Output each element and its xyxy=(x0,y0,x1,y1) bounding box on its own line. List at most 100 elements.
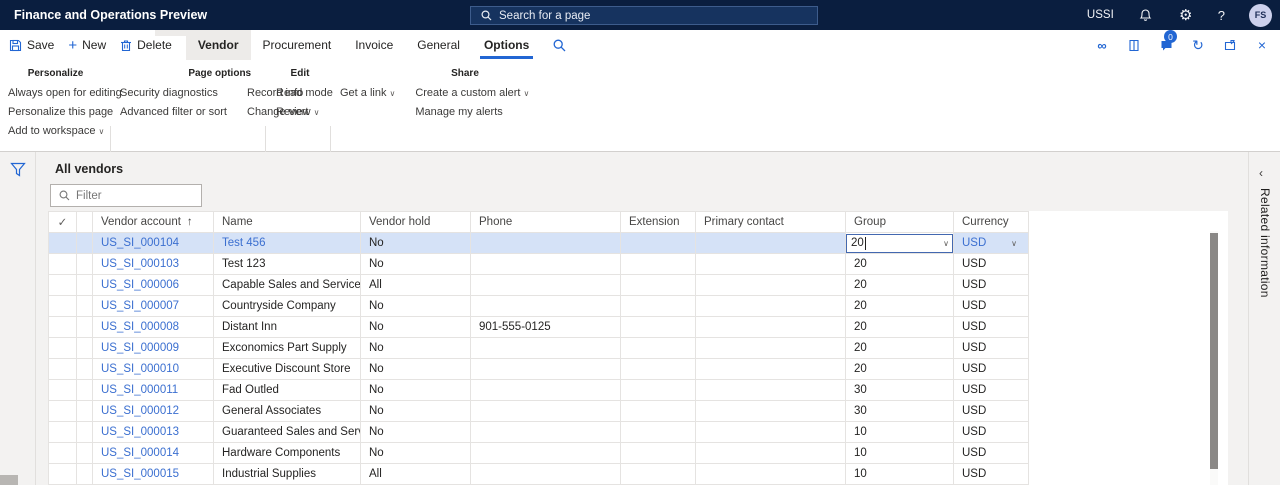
cell-group[interactable]: 20 ∨ xyxy=(845,232,954,254)
cell-vendor-account[interactable]: US_SI_000103 xyxy=(92,253,214,275)
cell-primary-contact[interactable] xyxy=(695,337,846,359)
close-icon[interactable]: × xyxy=(1254,37,1270,53)
cell-phone[interactable] xyxy=(470,232,621,254)
attach-icon[interactable]: ∞ xyxy=(1094,37,1110,53)
vendor-account-link[interactable]: US_SI_000007 xyxy=(101,300,179,312)
cell-primary-contact[interactable] xyxy=(695,253,846,275)
cell-vendor-hold[interactable]: No xyxy=(360,253,471,275)
menu-item-security-diagnostics[interactable]: Security diagnostics xyxy=(120,86,227,101)
cell-name[interactable]: Executive Discount Store xyxy=(213,358,361,380)
menu-item-advanced-filter-or-sort[interactable]: Advanced filter or sort xyxy=(120,105,227,120)
vendor-account-link[interactable]: US_SI_000103 xyxy=(101,258,179,270)
cell-phone[interactable] xyxy=(470,379,621,401)
cell-vendor-account[interactable]: US_SI_000007 xyxy=(92,295,214,317)
column-header-vendor-account[interactable]: Vendor account ↑ xyxy=(92,211,214,233)
cell-currency[interactable]: USD ∨ xyxy=(953,232,1029,254)
cell-group[interactable]: 30 xyxy=(845,400,954,422)
cell-vendor-hold[interactable]: No xyxy=(360,358,471,380)
row-select-cell[interactable] xyxy=(48,232,77,254)
cell-group[interactable]: 20 xyxy=(845,253,954,275)
menu-item-create-a-custom-alert[interactable]: Create a custom alert ∨ xyxy=(415,86,529,101)
cell-phone[interactable]: 901-555-0125 xyxy=(470,316,621,338)
cell-currency[interactable]: USD xyxy=(953,358,1029,380)
cell-primary-contact[interactable] xyxy=(695,442,846,464)
vendor-account-link[interactable]: US_SI_000012 xyxy=(101,405,179,417)
action-search-icon[interactable] xyxy=(553,39,566,52)
cell-currency[interactable]: USD xyxy=(953,337,1029,359)
cell-phone[interactable] xyxy=(470,295,621,317)
currency-lookup[interactable]: USD ∨ xyxy=(962,237,1020,249)
cell-vendor-account[interactable]: US_SI_000009 xyxy=(92,337,214,359)
cell-primary-contact[interactable] xyxy=(695,400,846,422)
row-select-cell[interactable] xyxy=(48,379,77,401)
cell-extension[interactable] xyxy=(620,463,696,485)
cell-primary-contact[interactable] xyxy=(695,316,846,338)
group-combobox[interactable]: 20 ∨ xyxy=(846,233,953,253)
cell-group[interactable]: 10 xyxy=(845,463,954,485)
cell-name[interactable]: Hardware Components xyxy=(213,442,361,464)
column-header-primary-contact[interactable]: Primary contact xyxy=(695,211,846,233)
cell-name[interactable]: Countryside Company xyxy=(213,295,361,317)
column-header-extension[interactable]: Extension xyxy=(620,211,696,233)
cell-group[interactable]: 20 xyxy=(845,316,954,338)
cell-vendor-account[interactable]: US_SI_000010 xyxy=(92,358,214,380)
row-select-cell[interactable] xyxy=(48,337,77,359)
row-select-cell[interactable] xyxy=(48,400,77,422)
row-select-cell[interactable] xyxy=(48,463,77,485)
cell-phone[interactable] xyxy=(470,253,621,275)
row-select-cell[interactable] xyxy=(48,421,77,443)
cell-primary-contact[interactable] xyxy=(695,295,846,317)
cell-vendor-account[interactable]: US_SI_000014 xyxy=(92,442,214,464)
row-select-cell[interactable] xyxy=(48,295,77,317)
expand-panel-chevron-icon[interactable]: ‹ xyxy=(1259,166,1263,180)
vendor-name-link[interactable]: Test 456 xyxy=(222,237,265,249)
cell-extension[interactable] xyxy=(620,232,696,254)
vendor-account-link[interactable]: US_SI_000006 xyxy=(101,279,179,291)
cell-currency[interactable]: USD xyxy=(953,253,1029,275)
select-all-checkmark[interactable]: ✓ xyxy=(48,211,77,233)
cell-vendor-account[interactable]: US_SI_000104 xyxy=(92,232,214,254)
messages-icon[interactable]: 0 xyxy=(1158,30,1177,53)
cell-name[interactable]: Test 123 xyxy=(213,253,361,275)
cell-name[interactable]: General Associates xyxy=(213,400,361,422)
menu-item-add-to-workspace[interactable]: Add to workspace ∨ xyxy=(8,124,122,139)
cell-phone[interactable] xyxy=(470,337,621,359)
cell-currency[interactable]: USD xyxy=(953,295,1029,317)
chevron-down-icon[interactable]: ∨ xyxy=(1011,239,1017,248)
cell-vendor-hold[interactable]: No xyxy=(360,379,471,401)
cell-vendor-hold[interactable]: No xyxy=(360,421,471,443)
cell-extension[interactable] xyxy=(620,358,696,380)
cell-name[interactable]: Exconomics Part Supply xyxy=(213,337,361,359)
tab-vendor[interactable]: Vendor xyxy=(185,30,251,60)
new-button[interactable]: + New xyxy=(68,38,106,53)
cell-group[interactable]: 10 xyxy=(845,442,954,464)
vendor-account-link[interactable]: US_SI_000010 xyxy=(101,363,179,375)
row-select-cell[interactable] xyxy=(48,442,77,464)
cell-currency[interactable]: USD xyxy=(953,274,1029,296)
cell-currency[interactable]: USD xyxy=(953,400,1029,422)
cell-group[interactable]: 20 xyxy=(845,295,954,317)
cell-vendor-hold[interactable]: No xyxy=(360,400,471,422)
cell-primary-contact[interactable] xyxy=(695,274,846,296)
column-header-vendor-hold[interactable]: Vendor hold xyxy=(360,211,471,233)
cell-extension[interactable] xyxy=(620,379,696,401)
cell-extension[interactable] xyxy=(620,295,696,317)
cell-vendor-account[interactable]: US_SI_000012 xyxy=(92,400,214,422)
cell-extension[interactable] xyxy=(620,337,696,359)
vendor-account-link[interactable]: US_SI_000104 xyxy=(101,237,179,249)
cell-extension[interactable] xyxy=(620,316,696,338)
cell-name[interactable]: Fad Outled xyxy=(213,379,361,401)
tab-options[interactable]: Options xyxy=(472,30,541,60)
cell-phone[interactable] xyxy=(470,421,621,443)
column-header-currency[interactable]: Currency xyxy=(953,211,1029,233)
cell-group[interactable]: 20 xyxy=(845,274,954,296)
row-select-cell[interactable] xyxy=(48,253,77,275)
cell-vendor-hold[interactable]: All xyxy=(360,463,471,485)
vendor-account-link[interactable]: US_SI_000014 xyxy=(101,447,179,459)
cell-vendor-account[interactable]: US_SI_000006 xyxy=(92,274,214,296)
cell-vendor-hold[interactable]: All xyxy=(360,274,471,296)
vendor-account-link[interactable]: US_SI_000013 xyxy=(101,426,179,438)
cell-phone[interactable] xyxy=(470,442,621,464)
cell-name[interactable]: Distant Inn xyxy=(213,316,361,338)
menu-item-manage-my-alerts[interactable]: Manage my alerts xyxy=(415,105,529,120)
